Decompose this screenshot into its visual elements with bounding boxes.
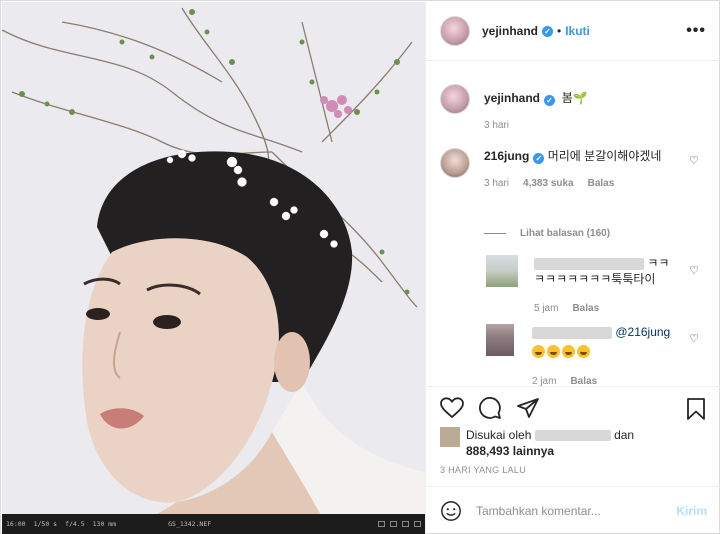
avatar[interactable] <box>440 148 470 178</box>
comment-like-icon[interactable]: ♡ <box>689 154 699 167</box>
reply-like-icon[interactable]: ♡ <box>689 264 699 277</box>
camera-info-item: f/4.5 <box>65 520 85 528</box>
grinning-emoji <box>577 345 590 358</box>
likes-count[interactable]: 888,493 <box>466 444 509 458</box>
camera-info-item: GS_1342.NEF <box>168 520 212 528</box>
liked-by-prefix: Disukai oleh <box>466 428 532 442</box>
comment-composer: Kirim <box>426 486 720 534</box>
verified-icon: ✓ <box>533 153 545 164</box>
comment-icon[interactable] <box>478 397 502 419</box>
verified-icon: ✓ <box>542 25 554 37</box>
liked-by: Disukai oleh dan 888,493 lainnya <box>440 427 634 459</box>
comment-row: 216jung ✓ 머리에 분갈이해야겠네 3 hari 4,383 suka B… <box>440 148 694 192</box>
liked-by-conjunction: dan <box>614 428 635 442</box>
header-username[interactable]: yejinhand <box>482 24 538 38</box>
reply-like-icon[interactable]: ♡ <box>689 332 699 345</box>
view-replies-label[interactable]: Lihat balasan (160) <box>520 228 610 239</box>
comment-input[interactable] <box>476 503 666 518</box>
reply-text-line1: ㅋㅋ <box>647 256 670 270</box>
bookmark-icon[interactable] <box>685 397 707 421</box>
reply-button[interactable]: Balas <box>572 301 599 317</box>
more-options-icon[interactable]: ••• <box>686 22 706 40</box>
comment-username[interactable]: 216jung <box>484 149 529 163</box>
portrait-illustration <box>2 2 425 534</box>
reply-row: ㅋㅋ ㅋㅋㅋㅋㅋㅋㅋ툭툭타이 5 jam Balas <box>486 255 684 317</box>
verified-icon: ✓ <box>544 95 556 106</box>
follow-button[interactable]: Ikuti <box>565 24 590 38</box>
reply-button[interactable]: Balas <box>588 176 615 192</box>
post-header: yejinhand ✓ • Ikuti ••• <box>426 2 720 61</box>
sprout-emoji: 🌱 <box>572 91 588 105</box>
reply-time[interactable]: 2 jam <box>532 374 556 386</box>
grinning-emoji <box>547 345 560 358</box>
likes-suffix[interactable]: lainnya <box>513 444 554 458</box>
grinning-emoji <box>562 345 575 358</box>
reply-mention[interactable]: @216jung <box>615 325 670 339</box>
reply-button[interactable]: Balas <box>570 374 597 386</box>
post-comment-button[interactable]: Kirim <box>676 504 707 518</box>
reply-row: @216jung 2 jam Balas <box>486 324 692 386</box>
reply-text-line2: ㅋㅋㅋㅋㅋㅋㅋ툭툭타이 <box>534 272 656 286</box>
smiley-icon[interactable] <box>440 500 462 522</box>
grinning-emoji <box>532 345 545 358</box>
caption-text: 봄 <box>561 91 573 105</box>
view-replies-button[interactable]: Lihat balasan (160) <box>484 228 610 239</box>
avatar[interactable] <box>486 324 514 356</box>
camera-info-item: 130 mm <box>92 520 117 528</box>
camera-icons <box>378 521 421 527</box>
blurred-username[interactable] <box>534 257 644 270</box>
camera-info-item: 16:00 <box>6 520 26 528</box>
separator-dot: • <box>557 24 562 38</box>
camera-info-item: 1/50 s <box>33 520 58 528</box>
comment-likes[interactable]: 4,383 suka <box>523 176 574 192</box>
comments-list[interactable]: yejinhand ✓ 봄🌱 3 hari 216jung ✓ 머리에 분갈이해야겠… <box>426 62 720 386</box>
comment-text: 머리에 분갈이해야겠네 <box>547 149 662 163</box>
blurred-username[interactable] <box>532 326 612 339</box>
blurred-username[interactable] <box>534 430 611 442</box>
caption-username[interactable]: yejinhand <box>484 91 540 105</box>
post-photo[interactable]: 16:00 1/50 s f/4.5 130 mm GS_1342.NEF <box>2 2 425 534</box>
emoji-group <box>532 344 592 360</box>
avatar[interactable] <box>486 255 518 287</box>
comment-time[interactable]: 3 hari <box>484 176 509 192</box>
camera-info-strip: 16:00 1/50 s f/4.5 130 mm GS_1342.NEF <box>2 514 425 534</box>
post-sidebar: yejinhand ✓ • Ikuti ••• yejinhand ✓ 봄🌱 3 … <box>425 2 720 534</box>
share-icon[interactable] <box>516 397 540 419</box>
post-timestamp[interactable]: 3 HARI YANG LALU <box>440 465 526 475</box>
post-window: 16:00 1/50 s f/4.5 130 mm GS_1342.NEF ye… <box>0 0 720 534</box>
caption-time[interactable]: 3 hari <box>484 118 509 134</box>
post-actions: Disukai oleh dan 888,493 lainnya 3 HARI … <box>426 386 720 486</box>
reply-time[interactable]: 5 jam <box>534 301 558 317</box>
caption-row: yejinhand ✓ 봄🌱 3 hari <box>440 84 694 134</box>
avatar[interactable] <box>440 427 460 447</box>
avatar[interactable] <box>440 16 470 46</box>
avatar[interactable] <box>440 84 470 114</box>
heart-icon[interactable] <box>440 397 464 419</box>
